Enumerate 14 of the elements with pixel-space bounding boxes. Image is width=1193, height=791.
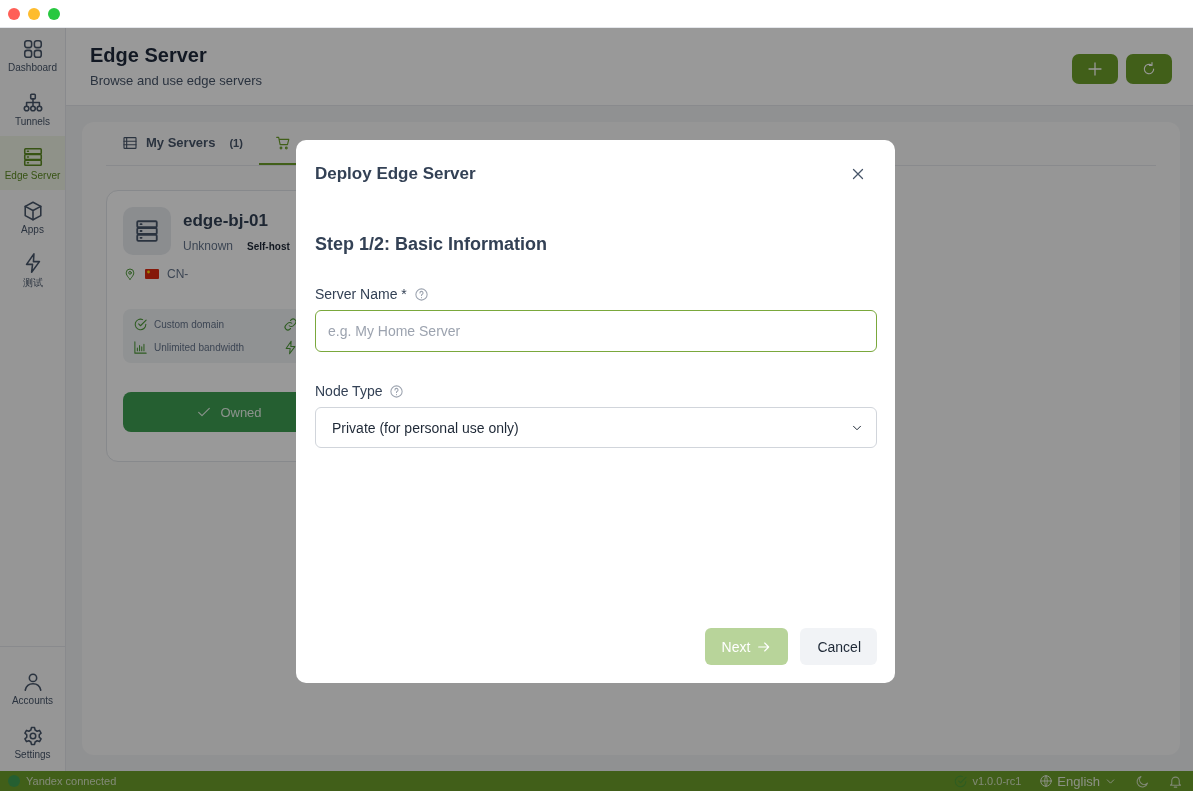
field-label: Node Type xyxy=(315,383,383,399)
version-label: v1.0.0-rc1 xyxy=(972,775,1022,787)
feature-label: Unlimited bandwidth xyxy=(154,342,245,353)
server-name: edge-bj-01 xyxy=(183,211,270,231)
server-type-label: Self-host xyxy=(247,240,290,252)
page-subtitle: Browse and use edge servers xyxy=(90,73,262,88)
step-heading: Step 1/2: Basic Information xyxy=(315,234,549,255)
server-status: Unknown xyxy=(183,239,234,253)
page-title: Edge Server xyxy=(90,44,208,67)
dialog-title: Deploy Edge Server xyxy=(315,164,476,184)
connection-status: Yandex connected xyxy=(26,775,117,787)
field-label: Server Name * xyxy=(315,286,407,302)
feature-label: Custom domain xyxy=(154,319,225,330)
server-location: CN- xyxy=(167,267,189,281)
